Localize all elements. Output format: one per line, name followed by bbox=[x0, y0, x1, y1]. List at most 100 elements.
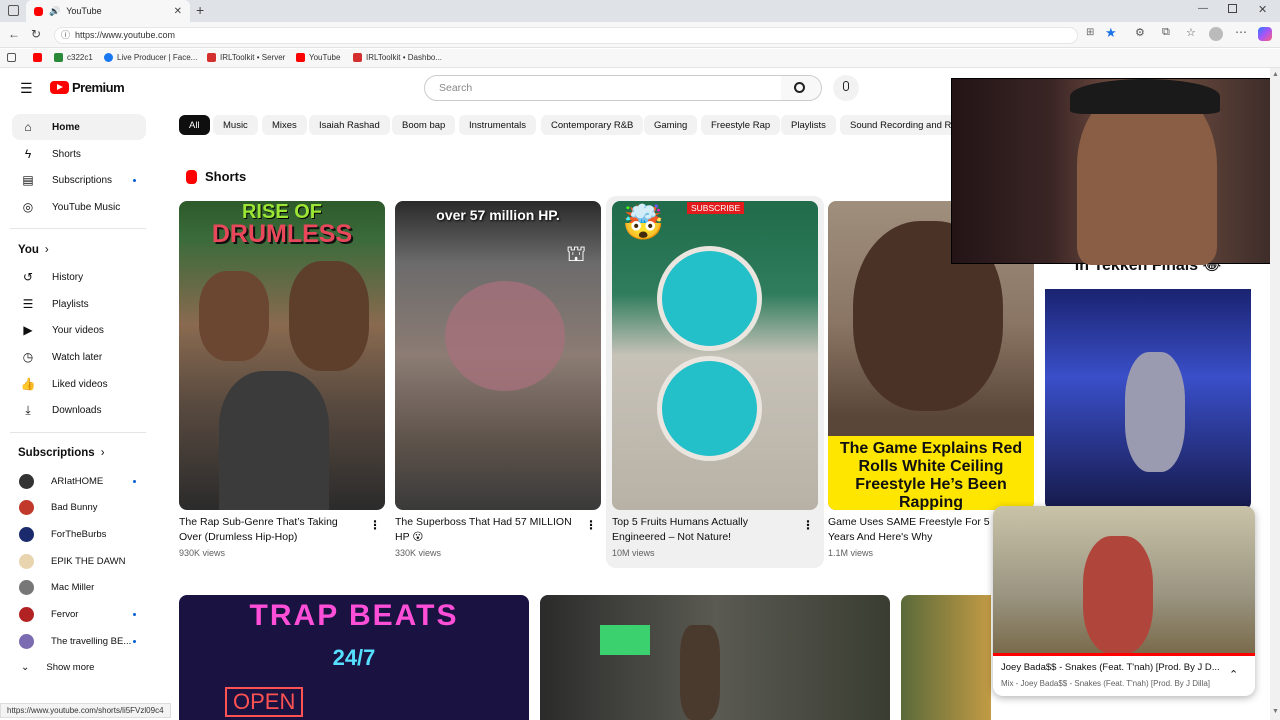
tab-actions-icon[interactable] bbox=[8, 5, 19, 16]
subscription-channel[interactable]: Bad Bunny bbox=[12, 495, 146, 519]
subscription-channel[interactable]: Fervor bbox=[12, 602, 146, 626]
bookmark-0[interactable]: c322c1 bbox=[54, 53, 93, 62]
subscription-channel[interactable]: The travelling BE... bbox=[12, 629, 146, 653]
profile-avatar[interactable] bbox=[1209, 27, 1223, 41]
video-thumbnail[interactable] bbox=[540, 595, 890, 720]
speaker-icon[interactable]: 🔊 bbox=[49, 6, 60, 17]
chevron-right-icon: › bbox=[44, 244, 49, 256]
fruit-graphic bbox=[657, 356, 762, 461]
search-input[interactable]: Search bbox=[424, 75, 782, 101]
more-actions-icon[interactable]: ⋮ bbox=[802, 518, 814, 532]
person-graphic bbox=[219, 371, 329, 510]
short-thumbnail[interactable]: over 57 million HP. ⛫ bbox=[395, 201, 601, 510]
bookmarks-folder-icon[interactable] bbox=[7, 53, 16, 62]
short-title[interactable]: The Rap Sub-Genre That’s Taking Over (Dr… bbox=[179, 515, 359, 545]
favorite-star-icon[interactable]: ★ bbox=[1105, 25, 1117, 41]
site-info-icon[interactable]: ⓘ bbox=[61, 28, 70, 43]
extensions-icon[interactable]: ⚙ bbox=[1135, 26, 1145, 39]
tab-title: YouTube bbox=[66, 6, 102, 16]
short-title[interactable]: Game Uses SAME Freestyle For 5 Years And… bbox=[828, 515, 990, 545]
address-field[interactable]: ⓘ https://www.youtube.com bbox=[54, 27, 1078, 44]
chip[interactable]: Gaming bbox=[644, 115, 698, 135]
show-more-button[interactable]: ⌄ Show more bbox=[12, 655, 146, 679]
short-views: 10M views bbox=[612, 548, 655, 558]
scroll-down-icon[interactable]: ▼ bbox=[1272, 708, 1279, 715]
more-options-icon[interactable]: ⋯ bbox=[1235, 25, 1247, 39]
sidebar-item-liked-videos[interactable]: 👍 Liked videos bbox=[12, 371, 146, 397]
sidebar-item-youtube-music[interactable]: ◎ YouTube Music bbox=[12, 194, 146, 220]
subscription-channel[interactable]: EPIK THE DAWN bbox=[12, 549, 146, 573]
sidebar-item-downloads[interactable]: ⤓ Downloads bbox=[12, 397, 146, 423]
chip[interactable]: Contemporary R&B bbox=[541, 115, 644, 135]
chip[interactable]: Isaiah Rashad bbox=[309, 115, 390, 135]
miniplayer[interactable]: Joey Bada$$ - Snakes (Feat. T'nah) [Prod… bbox=[993, 506, 1255, 696]
split-screen-icon[interactable]: ⧉ bbox=[1162, 26, 1170, 39]
video-thumbnail[interactable] bbox=[901, 595, 991, 720]
your-videos-icon: ▶ bbox=[23, 323, 33, 337]
sidebar-item-watch-later[interactable]: ◷ Watch later bbox=[12, 344, 146, 370]
avatar bbox=[19, 579, 34, 595]
progress-bar[interactable] bbox=[993, 653, 1255, 656]
chip[interactable]: Music bbox=[213, 115, 258, 135]
more-actions-icon[interactable]: ⋮ bbox=[585, 518, 597, 532]
voice-search-button[interactable] bbox=[833, 75, 859, 101]
bookmark-3[interactable]: YouTube bbox=[296, 53, 340, 62]
avatar bbox=[19, 473, 34, 489]
sidebar-item-home[interactable]: ⌂ Home bbox=[12, 114, 146, 140]
subscription-channel[interactable]: Mac Miller bbox=[12, 575, 146, 599]
maximize-icon[interactable] bbox=[1228, 4, 1237, 13]
bookmark-youtube-icon[interactable] bbox=[33, 53, 42, 62]
short-thumbnail[interactable]: SUBSCRIBE 🤯 bbox=[612, 201, 818, 510]
short-thumbnail[interactable]: RISE OF DRUMLESS bbox=[179, 201, 385, 510]
bookmark-1[interactable]: Live Producer | Face... bbox=[104, 53, 197, 62]
app-available-icon[interactable]: ⊞ bbox=[1086, 27, 1094, 38]
chip[interactable]: Sound Recording and Re bbox=[840, 115, 960, 135]
scrollbar[interactable]: ▲ ▼ bbox=[1270, 68, 1280, 720]
short-views: 930K views bbox=[179, 548, 226, 558]
divider bbox=[10, 432, 146, 433]
close-window-icon[interactable]: ✕ bbox=[1258, 3, 1267, 16]
sign-graphic bbox=[600, 625, 650, 655]
chip[interactable]: Playlists bbox=[781, 115, 836, 135]
minimize-icon[interactable]: — bbox=[1198, 3, 1208, 14]
chip[interactable]: Instrumentals bbox=[459, 115, 537, 135]
scroll-up-icon[interactable]: ▲ bbox=[1272, 71, 1279, 78]
browser-tab[interactable]: 🔊 YouTube ✕ bbox=[26, 0, 190, 22]
shorts-heading: Shorts bbox=[186, 169, 246, 184]
subscriptions-heading[interactable]: Subscriptions › bbox=[18, 447, 105, 459]
bookmark-2[interactable]: IRLToolkit • Server bbox=[207, 53, 285, 62]
sidebar-item-subscriptions[interactable]: ▤ Subscriptions bbox=[12, 167, 146, 193]
favorites-icon[interactable]: ☆ bbox=[1186, 26, 1196, 39]
you-heading[interactable]: You › bbox=[18, 244, 49, 256]
bookmark-4[interactable]: IRLToolkit • Dashbo... bbox=[353, 53, 442, 62]
chip-all[interactable]: All bbox=[179, 115, 210, 135]
short-thumbnail[interactable]: in Tekken Finals 😂 bbox=[1045, 252, 1251, 510]
short-title[interactable]: Top 5 Fruits Humans Actually Engineered … bbox=[612, 515, 794, 545]
sidebar-item-shorts[interactable]: ϟ Shorts bbox=[12, 141, 146, 167]
new-content-dot bbox=[133, 480, 136, 483]
video-thumbnail[interactable]: TRAP BEATS 24/7 OPEN bbox=[179, 595, 529, 720]
back-icon[interactable]: ← bbox=[8, 27, 20, 41]
chip[interactable]: Boom bap bbox=[392, 115, 456, 135]
youtube-favicon-icon bbox=[34, 6, 43, 16]
subscription-channel[interactable]: ARIatHOME bbox=[12, 469, 146, 493]
sidebar-item-history[interactable]: ↺ History bbox=[12, 264, 146, 290]
close-tab-icon[interactable]: ✕ bbox=[174, 6, 182, 17]
more-actions-icon[interactable]: ⋮ bbox=[369, 518, 381, 532]
miniplayer-video[interactable] bbox=[993, 506, 1255, 654]
person-graphic bbox=[1125, 352, 1185, 472]
subscription-channel[interactable]: ForTheBurbs bbox=[12, 522, 146, 546]
subscribe-badge[interactable]: SUBSCRIBE bbox=[687, 202, 745, 214]
refresh-icon[interactable]: ↻ bbox=[31, 27, 41, 41]
person-graphic bbox=[680, 625, 720, 720]
chip[interactable]: Mixes bbox=[262, 115, 307, 135]
short-title[interactable]: The Superboss That Had 57 MILLION HP 😮 bbox=[395, 515, 577, 545]
expand-icon[interactable]: ⌃ bbox=[1229, 668, 1238, 681]
copilot-icon[interactable] bbox=[1258, 27, 1272, 41]
download-icon: ⤓ bbox=[25, 402, 31, 417]
new-tab-icon[interactable]: + bbox=[196, 2, 204, 18]
chip[interactable]: Freestyle Rap bbox=[701, 115, 781, 135]
sidebar-item-playlists[interactable]: ☰ Playlists bbox=[12, 291, 146, 317]
search-button[interactable] bbox=[781, 75, 822, 101]
sidebar-item-your-videos[interactable]: ▶ Your videos bbox=[12, 317, 146, 343]
